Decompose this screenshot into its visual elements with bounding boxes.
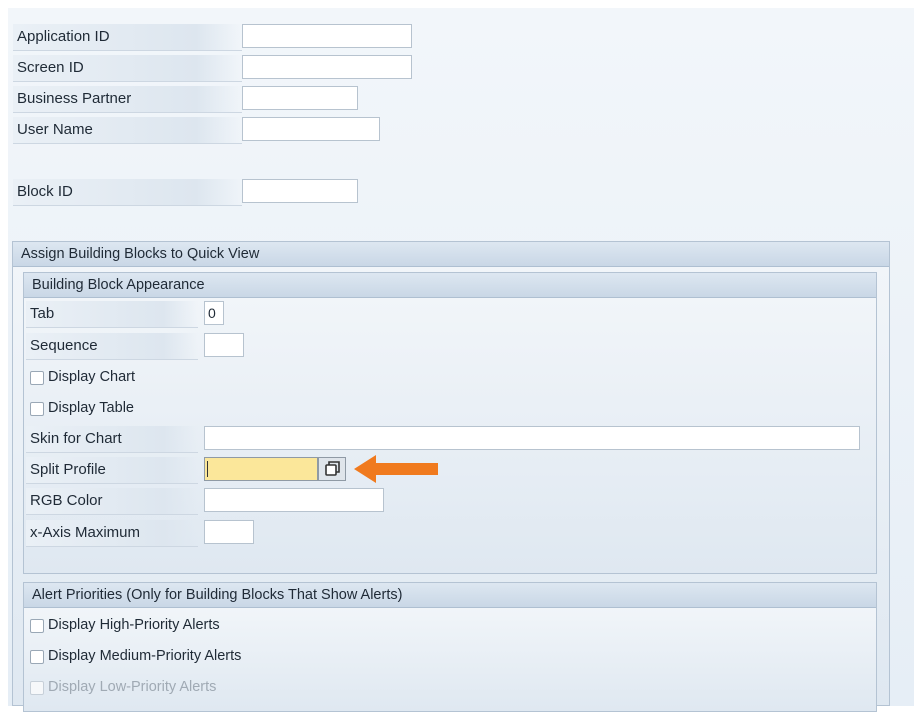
page: Application ID Screen ID Business Partne…: [8, 8, 914, 712]
block-id-label: Block ID: [13, 179, 242, 206]
screen-id-label: Screen ID: [13, 55, 242, 82]
display-high-priority-alerts-checkbox[interactable]: [30, 619, 44, 633]
alert-priorities-header: Alert Priorities (Only for Building Bloc…: [24, 583, 876, 608]
display-high-priority-alerts-label: Display High-Priority Alerts: [48, 617, 220, 633]
sequence-input[interactable]: [204, 333, 244, 357]
display-low-priority-alerts-label: Display Low-Priority Alerts: [48, 679, 217, 695]
user-name-label: User Name: [13, 117, 242, 144]
rgb-color-label: RGB Color: [26, 488, 198, 515]
display-low-priority-alerts-checkbox: [30, 681, 44, 695]
assign-building-blocks-body: Building Block Appearance Tab 0 Sequence…: [13, 267, 889, 712]
split-profile-input[interactable]: [204, 457, 318, 481]
application-id-input[interactable]: [242, 24, 412, 48]
text-cursor: [207, 461, 208, 477]
value-help-icon: [325, 461, 340, 476]
display-table-checkbox[interactable]: [30, 402, 44, 416]
display-medium-priority-alerts-checkbox[interactable]: [30, 650, 44, 664]
arrow-left-icon: [354, 455, 438, 483]
skin-for-chart-label: Skin for Chart: [26, 426, 198, 453]
alert-priorities-body: Display High-Priority Alerts Display Med…: [24, 608, 876, 711]
building-block-appearance-body: Tab 0 Sequence Display Chart Display Tab…: [24, 298, 876, 573]
assign-building-blocks-header: Assign Building Blocks to Quick View: [13, 242, 889, 267]
split-profile-label: Split Profile: [26, 457, 198, 484]
business-partner-input[interactable]: [242, 86, 358, 110]
building-block-appearance-group: Building Block Appearance Tab 0 Sequence…: [23, 272, 877, 574]
alert-priorities-group: Alert Priorities (Only for Building Bloc…: [23, 582, 877, 712]
screen-id-input[interactable]: [242, 55, 412, 79]
sequence-label: Sequence: [26, 333, 198, 360]
value-help-button[interactable]: [318, 457, 346, 481]
business-partner-label: Business Partner: [13, 86, 242, 113]
display-table-label: Display Table: [48, 400, 134, 416]
block-id-input[interactable]: [242, 179, 358, 203]
building-block-appearance-header: Building Block Appearance: [24, 273, 876, 298]
x-axis-maximum-label: x-Axis Maximum: [26, 520, 198, 547]
skin-for-chart-input[interactable]: [204, 426, 860, 450]
display-chart-label: Display Chart: [48, 369, 136, 385]
x-axis-maximum-input[interactable]: [204, 520, 254, 544]
tab-label: Tab: [26, 301, 198, 328]
display-medium-priority-alerts-label: Display Medium-Priority Alerts: [48, 648, 242, 664]
user-name-input[interactable]: [242, 117, 380, 141]
assign-building-blocks-group: Assign Building Blocks to Quick View Bui…: [12, 241, 890, 712]
rgb-color-input[interactable]: [204, 488, 384, 512]
application-id-label: Application ID: [13, 24, 242, 51]
tab-input[interactable]: 0: [204, 301, 224, 325]
display-chart-checkbox[interactable]: [30, 371, 44, 385]
